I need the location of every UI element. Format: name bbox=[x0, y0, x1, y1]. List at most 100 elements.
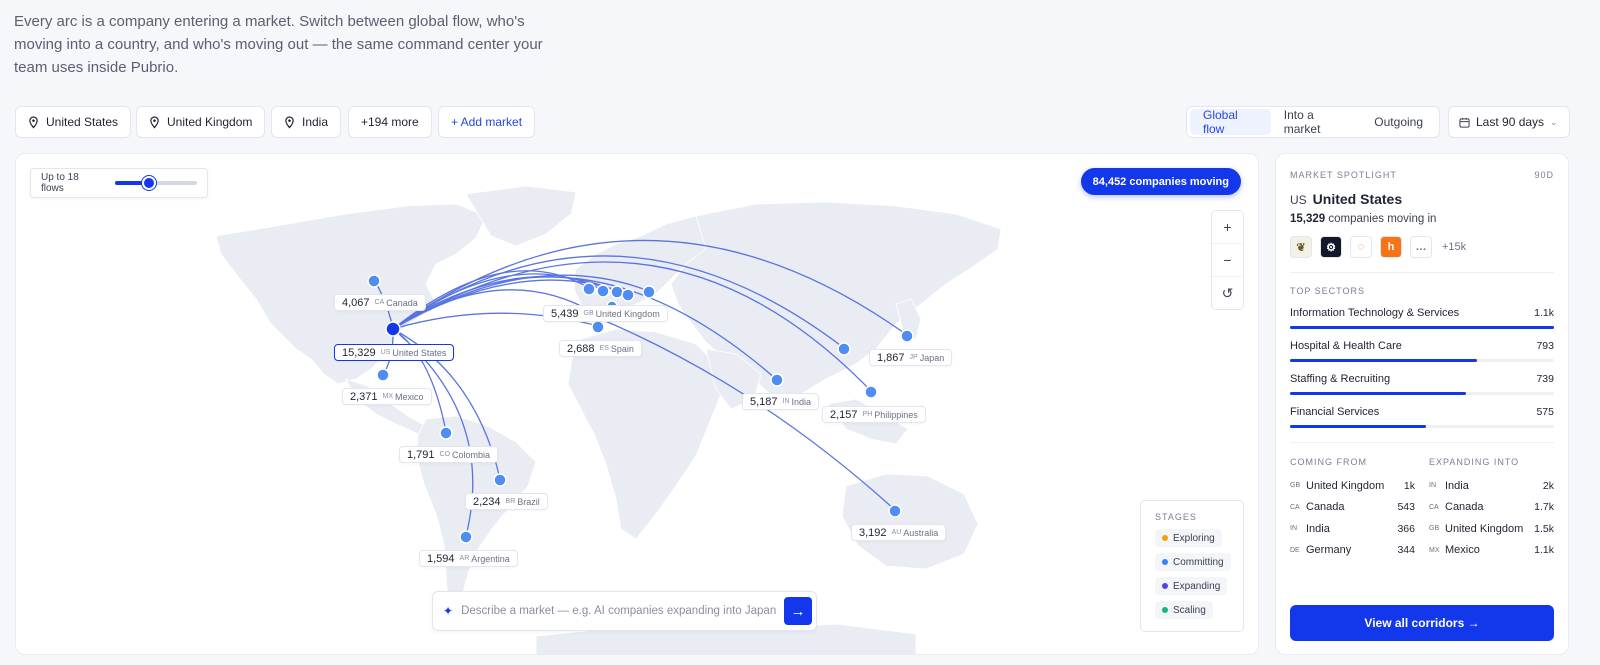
market-label-argentina[interactable]: 1,594 AR Argentina bbox=[419, 550, 518, 567]
wordmark-logo-icon[interactable]: … bbox=[1410, 236, 1432, 258]
expanding-into-row[interactable]: IN India 2k bbox=[1429, 475, 1554, 497]
country-code: IN bbox=[1429, 482, 1436, 490]
coming-from-title: COMING FROM bbox=[1290, 457, 1367, 467]
world-map[interactable] bbox=[16, 154, 1259, 655]
sector-bar bbox=[1290, 425, 1554, 428]
flows-slider-handle[interactable] bbox=[142, 176, 157, 190]
sector-row[interactable]: Hospital & Health Care 793 bbox=[1290, 340, 1554, 362]
country-code: DE bbox=[1290, 546, 1300, 554]
market-marker-europe[interactable] bbox=[596, 284, 610, 298]
sector-row[interactable]: Financial Services 575 bbox=[1290, 406, 1554, 428]
submit-prompt-button[interactable]: → bbox=[784, 597, 812, 625]
market-name: Brazil bbox=[517, 496, 540, 507]
country-value: 543 bbox=[1397, 501, 1415, 514]
market-label-brazil[interactable]: 2,234 BR Brazil bbox=[465, 493, 548, 510]
market-marker-europe[interactable] bbox=[621, 288, 635, 302]
market-marker-europe[interactable] bbox=[582, 282, 596, 296]
sector-name: Hospital & Health Care bbox=[1290, 340, 1402, 352]
stages-title: STAGES bbox=[1155, 512, 1197, 522]
pin-icon bbox=[150, 115, 159, 128]
market-label-india[interactable]: 5,187 IN India bbox=[742, 393, 820, 410]
sector-value: 739 bbox=[1536, 373, 1554, 385]
market-marker-colombia[interactable] bbox=[439, 426, 453, 440]
market-chip-united-states[interactable]: United States bbox=[15, 106, 132, 138]
market-name: Colombia bbox=[452, 449, 491, 460]
view-all-corridors-button[interactable]: View all corridors → bbox=[1290, 605, 1554, 641]
tab-global-flow[interactable]: Global flow bbox=[1190, 108, 1271, 136]
coming-from-row[interactable]: IN India 366 bbox=[1290, 518, 1415, 540]
market-value: 2,234 bbox=[473, 495, 501, 508]
divider bbox=[1290, 272, 1554, 273]
market-chip-united-kingdom[interactable]: United Kingdom bbox=[136, 106, 266, 138]
market-marker-china[interactable] bbox=[837, 342, 851, 356]
sector-bar-fill bbox=[1290, 326, 1554, 329]
expanding-into-row[interactable]: CA Canada 1.7k bbox=[1429, 497, 1554, 519]
gear-logo-icon[interactable]: ⚙ bbox=[1320, 236, 1342, 258]
market-label-colombia[interactable]: 1,791 CO Colombia bbox=[399, 446, 499, 463]
market-label-canada[interactable]: 4,067 CA Canada bbox=[334, 294, 426, 311]
stage-item-expanding[interactable]: Expanding bbox=[1155, 576, 1229, 600]
reset-view-button[interactable]: ↺ bbox=[1212, 277, 1243, 309]
market-marker-argentina[interactable] bbox=[459, 530, 473, 544]
market-marker-japan[interactable] bbox=[900, 329, 914, 343]
market-name: Mexico bbox=[395, 391, 424, 402]
country-value: 1k bbox=[1403, 479, 1415, 492]
market-marker-australia[interactable] bbox=[888, 504, 902, 518]
h-logo-icon[interactable]: h bbox=[1380, 236, 1402, 258]
market-marker-brazil[interactable] bbox=[493, 473, 507, 487]
zoom-in-button[interactable]: + bbox=[1212, 211, 1243, 244]
stage-dot bbox=[1162, 583, 1168, 589]
market-value: 2,157 bbox=[830, 408, 858, 421]
divider bbox=[1290, 442, 1554, 443]
country-code: AR bbox=[459, 555, 470, 562]
stage-label: Exploring bbox=[1173, 532, 1215, 544]
sector-bar bbox=[1290, 392, 1554, 395]
stage-item-committing[interactable]: Committing bbox=[1155, 552, 1231, 576]
coming-from-row[interactable]: GB United Kingdom 1k bbox=[1290, 475, 1415, 497]
add-market-button[interactable]: + Add market bbox=[438, 106, 536, 138]
market-chip-india[interactable]: India bbox=[271, 106, 342, 138]
sector-bar bbox=[1290, 326, 1554, 329]
market-marker-canada[interactable] bbox=[367, 274, 381, 288]
market-marker-philippines[interactable] bbox=[864, 385, 878, 399]
market-label-japan[interactable]: 1,867 JP Japan bbox=[869, 349, 953, 366]
bird-logo-icon[interactable]: ❦ bbox=[1290, 236, 1312, 258]
market-value: 5,187 bbox=[750, 395, 778, 408]
market-marker-spain[interactable] bbox=[591, 320, 605, 334]
market-label-philippines[interactable]: 2,157 PH Philippines bbox=[822, 406, 926, 423]
country-code: IN bbox=[782, 398, 790, 405]
coming-from-row[interactable]: DE Germany 344 bbox=[1290, 540, 1415, 562]
stage-item-scaling[interactable]: Scaling bbox=[1155, 600, 1229, 624]
market-marker-mexico[interactable] bbox=[376, 368, 390, 382]
country-name: United Kingdom bbox=[1306, 479, 1385, 492]
zoom-out-button[interactable]: − bbox=[1212, 244, 1243, 277]
market-marker-europe[interactable] bbox=[610, 285, 624, 299]
sector-row[interactable]: Information Technology & Services 1.1k bbox=[1290, 307, 1554, 329]
tab-outgoing[interactable]: Outgoing bbox=[1361, 109, 1436, 135]
tab-into-a-market[interactable]: Into a market bbox=[1271, 108, 1362, 136]
market-value: 4,067 bbox=[342, 296, 370, 309]
market-label-mexico[interactable]: 2,371 MX Mexico bbox=[342, 388, 432, 405]
market-marker-united-states[interactable] bbox=[385, 321, 401, 337]
more-logos-count[interactable]: +15k bbox=[1442, 241, 1466, 253]
market-prompt-input[interactable] bbox=[461, 605, 776, 617]
expanding-into-row[interactable]: MX Mexico 1.1k bbox=[1429, 540, 1554, 562]
country-name: India bbox=[1445, 479, 1469, 492]
country-code: MX bbox=[1429, 546, 1440, 554]
market-marker-india[interactable] bbox=[770, 373, 784, 387]
market-label-australia[interactable]: 3,192 AU Australia bbox=[851, 524, 947, 541]
market-label-united-kingdom[interactable]: 5,439 GB United Kingdom bbox=[543, 305, 668, 322]
expanding-into-row[interactable]: GB United Kingdom 1.5k bbox=[1429, 518, 1554, 540]
market-label-spain[interactable]: 2,688 ES Spain bbox=[559, 340, 642, 357]
sector-row[interactable]: Staffing & Recruiting 739 bbox=[1290, 373, 1554, 395]
coming-from-row[interactable]: CA Canada 543 bbox=[1290, 497, 1415, 519]
market-marker-europe[interactable] bbox=[642, 285, 656, 299]
date-range-select[interactable]: Last 90 days ⌄ bbox=[1448, 106, 1570, 138]
swirl-logo-icon[interactable]: ◌ bbox=[1350, 236, 1372, 258]
market-name: Argentina bbox=[471, 553, 510, 564]
more-markets-button[interactable]: +194 more bbox=[348, 106, 432, 138]
market-label-united-states[interactable]: 15,329 US United States bbox=[334, 344, 455, 361]
sector-bar bbox=[1290, 359, 1554, 362]
flows-slider[interactable] bbox=[114, 176, 197, 190]
stage-item-exploring[interactable]: Exploring bbox=[1155, 528, 1229, 552]
